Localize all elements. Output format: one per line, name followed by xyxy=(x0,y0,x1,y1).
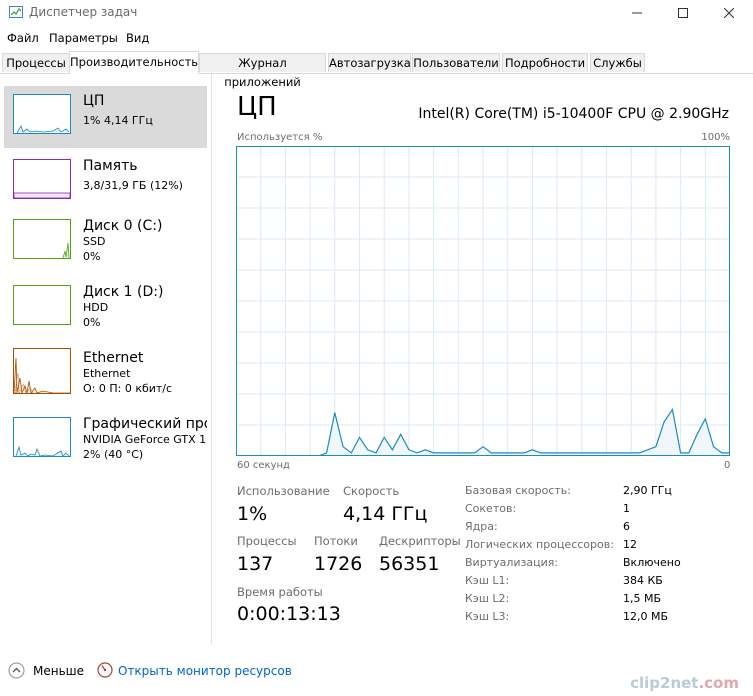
sidebar-memory-usage: 3,8/31,9 ГБ (12%) xyxy=(83,179,183,192)
graph-y-axis-label: Используется % xyxy=(237,132,323,143)
sidebar-disk0-name: Диск 0 (C:) xyxy=(83,218,163,234)
menu-view[interactable]: Вид xyxy=(126,31,149,45)
cache-l1-key: Кэш L1: xyxy=(465,574,510,587)
sidebar-disk0-type: SSD xyxy=(83,235,106,248)
utilization-label: Использование xyxy=(237,484,330,498)
sidebar-disk1-name: Диск 1 (D:) xyxy=(83,284,164,300)
fewer-details-button[interactable]: Меньше xyxy=(33,664,84,678)
cache-l3-value: 12,0 МБ xyxy=(623,610,669,623)
sidebar-item-ethernet[interactable]: Ethernet Ethernet О: 0 П: 0 кбит/с xyxy=(4,343,207,405)
maximize-button[interactable] xyxy=(660,0,706,26)
tab-app-history[interactable]: Журнал приложений xyxy=(199,53,326,89)
sidebar-disk1-type: HDD xyxy=(83,301,109,314)
menu-file[interactable]: Файл xyxy=(7,31,39,45)
sidebar-memory-name: Память xyxy=(83,158,138,174)
sockets-value: 1 xyxy=(623,502,630,515)
sidebar-disk1-usage: 0% xyxy=(83,316,101,329)
sidebar-ethernet-throughput: О: 0 П: 0 кбит/с xyxy=(83,382,173,395)
gpu-thumbnail-graph xyxy=(13,417,71,457)
minimize-icon xyxy=(632,12,642,14)
virtualization-value: Включено xyxy=(623,556,681,569)
cache-l3-key: Кэш L3: xyxy=(465,610,510,623)
sockets-key: Сокетов: xyxy=(465,502,517,515)
maximize-icon xyxy=(678,8,688,18)
memory-thumbnail-graph xyxy=(13,159,71,199)
logical-processors-value: 12 xyxy=(623,538,637,551)
tab-users[interactable]: Пользователи xyxy=(412,53,500,72)
virtualization-key: Виртуализация: xyxy=(465,556,559,569)
watermark-suffix: .com xyxy=(698,674,739,692)
cpu-usage-graph xyxy=(236,146,730,456)
tab-startup[interactable]: Автозагрузка xyxy=(328,53,411,72)
sidebar-disk0-usage: 0% xyxy=(83,250,101,263)
ethernet-thumbnail-graph xyxy=(13,348,71,394)
watermark: clip2net.com xyxy=(630,674,739,692)
sidebar-item-disk-1[interactable]: Диск 1 (D:) HDD 0% xyxy=(4,277,207,339)
cores-key: Ядра: xyxy=(465,520,498,533)
graph-grid xyxy=(236,146,730,456)
graph-y-max-label: 100% xyxy=(701,132,730,143)
minimize-button[interactable] xyxy=(614,0,660,26)
sidebar-gpu-model: NVIDIA GeForce GTX 1660 xyxy=(83,433,207,446)
title-bar: Диспетчер задач xyxy=(0,0,753,26)
cpu-thumbnail-graph xyxy=(13,94,71,134)
window-title: Диспетчер задач xyxy=(29,5,138,19)
close-icon xyxy=(724,8,734,18)
speed-value: 4,14 ГГц xyxy=(343,503,428,525)
resource-sidebar: ЦП 1% 4,14 ГГц Память 3,8/31,9 ГБ (12%) … xyxy=(0,74,210,644)
handles-value: 56351 xyxy=(379,553,440,575)
task-manager-app-icon xyxy=(9,6,23,18)
cpu-model-name: Intel(R) Core(TM) i5-10400F CPU @ 2.90GH… xyxy=(418,106,729,122)
sidebar-gpu-usage: 2% (40 °C) xyxy=(83,448,144,461)
disk0-thumbnail-graph xyxy=(13,219,71,259)
utilization-value: 1% xyxy=(237,503,268,525)
speed-label: Скорость xyxy=(343,484,400,498)
watermark-prefix: clip2net xyxy=(630,674,699,692)
graph-x-right-label: 0 xyxy=(724,460,731,471)
graph-x-left-label: 60 секунд xyxy=(237,460,290,471)
menu-bar: Файл Параметры Вид xyxy=(0,27,753,49)
sidebar-item-cpu[interactable]: ЦП 1% 4,14 ГГц xyxy=(4,86,207,148)
cache-l1-value: 384 КБ xyxy=(623,574,663,587)
disk1-thumbnail-graph xyxy=(13,285,71,325)
sidebar-item-disk-0[interactable]: Диск 0 (C:) SSD 0% xyxy=(4,211,207,273)
threads-label: Потоки xyxy=(314,534,358,548)
page-title: ЦП xyxy=(237,92,277,122)
sidebar-divider xyxy=(211,74,212,644)
open-resource-monitor-link[interactable]: Открыть монитор ресурсов xyxy=(118,664,292,678)
cache-l2-key: Кэш L2: xyxy=(465,592,510,605)
sidebar-ethernet-adapter: Ethernet xyxy=(83,367,131,380)
cache-l2-value: 1,5 МБ xyxy=(623,592,662,605)
sidebar-item-gpu[interactable]: Графический процессор NVIDIA GeForce GTX… xyxy=(4,409,207,471)
base-speed-value: 2,90 ГГц xyxy=(623,484,672,497)
sidebar-ethernet-name: Ethernet xyxy=(83,350,144,366)
processes-label: Процессы xyxy=(237,534,297,548)
menu-options[interactable]: Параметры xyxy=(49,31,118,45)
sidebar-item-memory[interactable]: Память 3,8/31,9 ГБ (12%) xyxy=(4,151,207,213)
sidebar-gpu-name: Графический процессор xyxy=(83,416,207,432)
sidebar-cpu-name: ЦП xyxy=(83,93,105,109)
cores-value: 6 xyxy=(623,520,630,533)
base-speed-key: Базовая скорость: xyxy=(465,484,571,497)
uptime-label: Время работы xyxy=(237,585,323,599)
logical-processors-key: Логических процессоров: xyxy=(465,538,614,551)
tab-processes[interactable]: Процессы xyxy=(2,53,70,72)
processes-value: 137 xyxy=(237,553,274,575)
tab-details[interactable]: Подробности xyxy=(502,53,588,72)
collapse-chevron-icon[interactable] xyxy=(8,662,25,679)
close-button[interactable] xyxy=(706,0,752,26)
tab-services[interactable]: Службы xyxy=(590,53,645,72)
threads-value: 1726 xyxy=(314,553,363,575)
tab-bar: Процессы Производительность Журнал прило… xyxy=(0,51,753,89)
handles-label: Дескрипторы xyxy=(379,534,461,548)
resource-monitor-icon xyxy=(97,662,113,678)
tab-performance[interactable]: Производительность xyxy=(69,51,199,74)
sidebar-cpu-usage: 1% 4,14 ГГц xyxy=(83,114,153,127)
uptime-value: 0:00:13:13 xyxy=(237,603,341,625)
